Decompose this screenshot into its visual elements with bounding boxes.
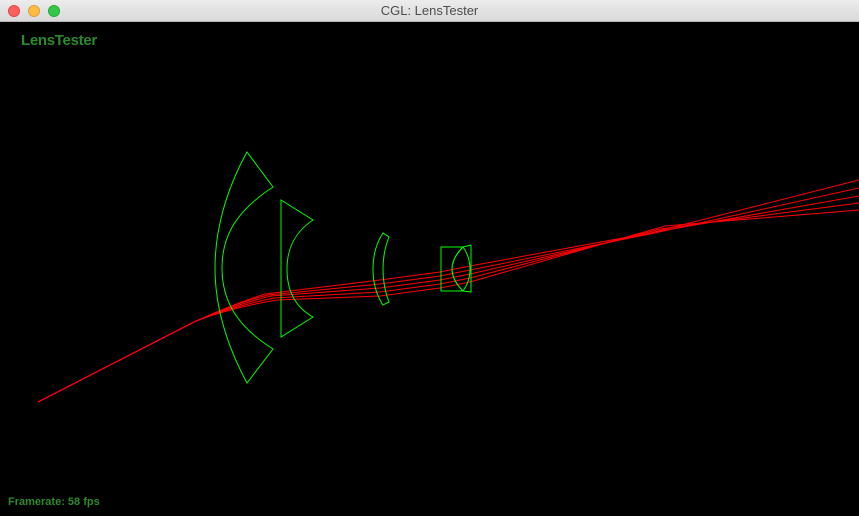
lens-element-6 (462, 246, 471, 292)
light-ray (37, 209, 859, 403)
app-window: CGL: LensTester LensTester Framerate: 58… (0, 0, 859, 516)
render-viewport[interactable]: LensTester Framerate: 58 fps (0, 22, 859, 516)
app-name-label: LensTester (21, 32, 97, 49)
lens-element-2 (280, 199, 314, 338)
lens-element-1 (214, 151, 274, 384)
lens-scene (37, 151, 859, 403)
framerate-label: Framerate: 58 fps (8, 496, 100, 508)
light-ray (37, 195, 859, 403)
window-title: CGL: LensTester (380, 3, 479, 18)
light-ray (37, 202, 859, 403)
title-bar[interactable]: CGL: LensTester (0, 0, 859, 22)
lens-group (214, 151, 472, 384)
lens-element-3 (372, 232, 390, 306)
